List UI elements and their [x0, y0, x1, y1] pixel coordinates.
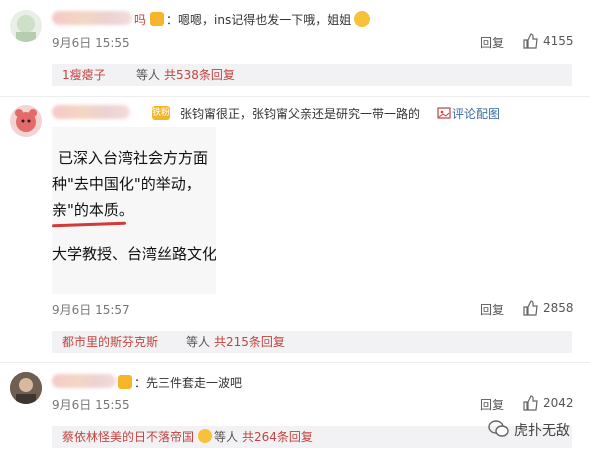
reply-button[interactable]: 回复 — [480, 396, 504, 413]
avatar[interactable] — [10, 105, 42, 137]
image-text-line: 种"去中国化"的举动， — [52, 175, 201, 193]
like-count: 4155 — [543, 34, 574, 48]
image-text-line: 亲"的本质。 — [52, 201, 134, 219]
thread-name[interactable]: 1瘦瘪子 — [62, 64, 106, 86]
thumb-up-icon[interactable] — [522, 395, 538, 411]
reply-button[interactable]: 回复 — [480, 301, 504, 318]
comment-image-link[interactable]: 评论配图 — [452, 105, 500, 122]
red-underline — [52, 221, 127, 228]
thread-count[interactable]: 共215条回复 — [214, 331, 285, 353]
avatar-image — [10, 372, 42, 404]
divider — [0, 362, 590, 363]
avatar[interactable] — [10, 372, 42, 404]
comment-time: 9月6日 15:57 — [52, 303, 130, 317]
vip-badge-icon — [150, 12, 164, 26]
thread-name[interactable]: 都市里的斯芬克斯 — [62, 331, 158, 353]
watermark: 虎扑无敌 — [514, 423, 570, 439]
avatar[interactable] — [10, 10, 42, 42]
comment-text: 张钧甯很正，张钧甯父亲还是研究一带一路的 — [180, 107, 421, 121]
thumb-up-icon[interactable] — [522, 300, 538, 316]
thread-name[interactable]: 蔡依林怪美的日不落帝国 — [62, 426, 194, 448]
reply-thread-link[interactable]: 都市里的斯芬克斯 等人 共215条回复 — [52, 331, 572, 353]
comment-time: 9月6日 15:55 — [52, 36, 130, 50]
divider — [0, 96, 590, 97]
reply-button[interactable]: 回复 — [480, 34, 504, 51]
thread-count[interactable]: 共264条回复 — [242, 426, 313, 448]
like-count: 2042 — [543, 396, 574, 410]
username-tail[interactable]: 吗 — [134, 11, 146, 28]
comment-time: 9月6日 15:55 — [52, 398, 130, 412]
comment-image[interactable]: 已深入台湾社会方方面 种"去中国化"的举动， 亲"的本质。 大学教授、台湾丝路文… — [52, 127, 216, 294]
avatar-image — [16, 15, 36, 42]
comment-text: ：先三件套走一波吧 — [134, 376, 243, 390]
emoji-icon — [354, 11, 370, 27]
image-icon[interactable] — [437, 106, 451, 120]
username-blurred[interactable] — [52, 11, 132, 25]
thread-mid: 等人 — [214, 430, 239, 444]
thread-count[interactable]: 共538条回复 — [164, 64, 235, 86]
wechat-icon — [488, 420, 509, 437]
reply-thread-link[interactable]: 1瘦瘪子 等人 共538条回复 — [52, 64, 572, 86]
thread-mid: 等人 — [136, 68, 161, 82]
like-count: 2858 — [543, 301, 574, 315]
thread-mid: 等人 — [186, 335, 211, 349]
username-blurred[interactable] — [52, 105, 130, 119]
fan-badge: 铁粉 — [152, 106, 171, 120]
avatar-image — [15, 109, 37, 132]
comment-text: ：嗯嗯，ins记得也发一下哦，姐姐 — [166, 13, 352, 27]
username-blurred[interactable] — [52, 374, 116, 388]
vip-badge-icon — [118, 375, 132, 389]
image-text-line: 大学教授、台湾丝路文化 — [52, 245, 216, 263]
emoji-icon — [198, 429, 212, 443]
thumb-up-icon[interactable] — [522, 33, 538, 49]
image-text-line: 已深入台湾社会方方面 — [58, 149, 209, 167]
